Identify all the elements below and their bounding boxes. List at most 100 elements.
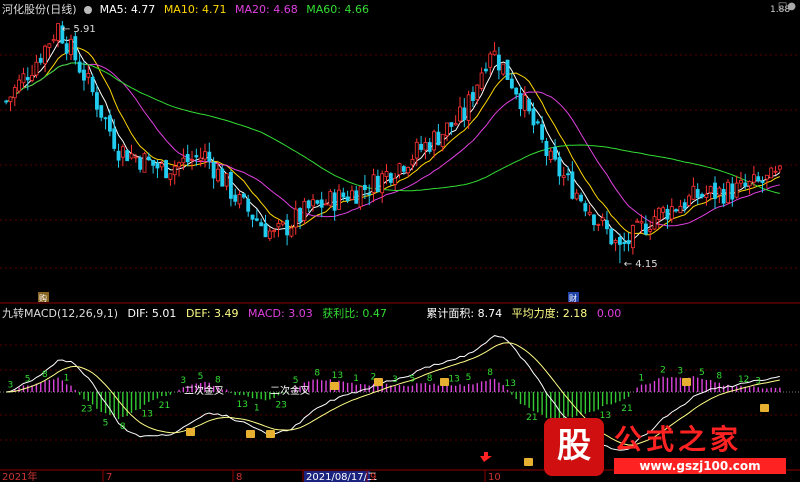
ma5-label: MA5 [99,3,124,16]
candle-body [419,143,424,150]
nine-turn-count: 5 [25,374,31,384]
candle-body [328,191,333,206]
candle-body [112,128,117,149]
candle-body [30,74,35,81]
signal-icon [186,428,195,436]
candle-body [605,220,609,230]
candle-body [51,39,56,42]
candle-body [466,94,471,121]
candle-body [570,171,575,199]
candle-body [734,182,739,198]
candle-body [311,199,315,207]
candle-body [609,228,614,245]
candle-body [185,153,190,163]
nine-turn-count: 13 [237,400,248,410]
ma60-line [5,62,780,194]
candle-body [116,150,121,161]
candle-body [172,165,177,176]
candle-body [587,211,592,215]
candle-body [82,69,86,81]
candle-body [618,236,622,245]
nine-turn-count: 21 [621,404,632,414]
candle-body [704,193,709,198]
nine-turn-count: 5 [699,368,705,378]
candle-body [358,186,363,207]
candle-body [319,199,324,208]
candle-body [107,115,112,132]
candle-body [354,190,359,204]
candle-body [535,121,540,124]
candle-body [142,153,147,173]
nine-turn-count: 5 [293,376,299,386]
candle-body [332,192,337,211]
date-label: 8 [236,472,242,482]
candle-body [4,100,9,103]
candle-body [674,209,679,212]
nine-turn-count: 13 [332,371,343,381]
candle-body [298,208,302,222]
settings-dot-icon[interactable] [84,6,93,14]
candle-body [254,218,259,221]
candle-body [384,171,389,178]
candle-body [548,150,553,160]
candle-body [375,175,380,193]
candle-body [613,240,618,244]
chart-canvas: ← 5.91← 4.151.88 35 8 1235 813213 5 813 1 2358 1… [0,5,800,482]
candle-body [531,108,536,126]
panel-controls[interactable]: □● [778,1,796,12]
candle-body [341,192,346,198]
candle-body [522,95,527,111]
candle-body [648,228,653,232]
candle-body [760,180,765,183]
candle-body [449,122,454,127]
nine-turn-count: 3 [7,380,13,390]
candle-body [423,142,428,151]
candle-body [164,160,168,179]
candle-body [203,151,207,160]
candle-body [367,193,372,196]
date-label: 2021/08/17/二 [306,472,377,482]
candle-body [120,146,125,158]
candle-body [315,200,320,204]
candle-body [561,175,566,178]
candle-body [259,222,264,227]
candle-body [12,87,17,99]
indicator-name: 九转MACD(12,26,9,1) [2,307,119,320]
nine-turn-count: 5 [198,372,204,382]
candle-body [302,200,307,221]
candle-body [626,240,631,245]
ma10-label: MA10 [163,3,195,16]
high-price-label: ← 5.91 [62,24,96,35]
candle-body [289,227,294,237]
candle-body [756,176,761,182]
candle-body [635,220,640,223]
nine-turn-count: 21 [526,413,537,423]
candle-body [471,92,475,101]
candle-body [453,123,458,126]
nine-turn-count: 23 [81,404,92,414]
candle-body [155,162,160,169]
ma20-label: MA20 [235,3,267,16]
signal-icon [266,430,275,438]
candle-body [717,187,722,196]
candle-body [362,184,367,191]
candle-body [726,181,730,204]
signal-icon [682,378,691,386]
candle-body [458,106,462,122]
candle-body [73,36,78,61]
candle-body [285,219,290,236]
candle-body [211,161,216,179]
watermark-logo: 股 [544,418,604,476]
candle-body [38,57,43,63]
nine-turn-count: 3 [180,376,186,386]
candle-body [47,43,52,48]
candle-body [730,183,735,200]
candlestick-series[interactable]: ← 5.91← 4.151.88 [4,5,791,270]
candle-body [553,146,557,160]
candle-body [713,182,717,199]
ma60-value: 4.66 [344,3,369,16]
watermark-url: www.gszj100.com [614,458,786,474]
ma10-value: 4.71 [202,3,227,16]
nine-turn-count: 1 [353,374,359,384]
candle-body [445,122,449,137]
